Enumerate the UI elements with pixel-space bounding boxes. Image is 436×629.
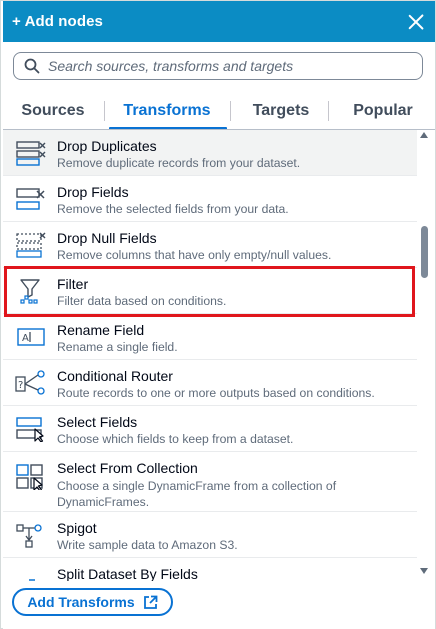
node-description: Remove columns that have only empty/null… [57, 248, 332, 262]
node-description: Choose which fields to keep from a datas… [57, 432, 294, 446]
drop-fields-icon [16, 188, 45, 210]
add-nodes-panel: + Add nodes Sources Transforms Targets P… [0, 0, 436, 629]
list-item[interactable]: Spigot Write sample data to Amazon S3. [3, 512, 417, 558]
tab-targets[interactable]: Targets [231, 93, 331, 129]
filter-icon [20, 279, 40, 304]
drop-duplicates-icon [16, 141, 46, 166]
node-name: Rename Field [57, 322, 145, 338]
list-item[interactable]: Split Dataset By Fields [3, 558, 417, 581]
select-from-collection-icon [16, 464, 43, 490]
svg-text:?: ? [18, 380, 23, 391]
node-name: Drop Null Fields [57, 230, 157, 246]
tab-transforms[interactable]: Transforms [103, 93, 231, 130]
split-dataset-icon [29, 579, 35, 581]
tab-popular[interactable]: Popular [331, 93, 435, 129]
tab-divider [230, 101, 231, 121]
add-transforms-button[interactable]: Add Transforms [12, 588, 173, 616]
tab-divider [104, 101, 105, 121]
svg-text:A: A [22, 333, 29, 344]
node-description: Route records to one or more outputs bas… [57, 386, 375, 400]
node-name: Split Dataset By Fields [57, 566, 198, 581]
list-item[interactable]: Filter Filter data based on conditions. [3, 268, 417, 314]
node-name: Drop Fields [57, 184, 129, 200]
node-description: Write sample data to Amazon S3. [57, 538, 238, 552]
close-icon[interactable] [406, 12, 426, 32]
list-item[interactable]: Select Fields Choose which fields to kee… [3, 406, 417, 452]
search-box[interactable] [13, 52, 423, 80]
add-button-label: Add Transforms [27, 594, 135, 610]
tab-bar: Sources Transforms Targets Popular [3, 93, 435, 130]
drop-null-fields-icon [16, 232, 46, 258]
list-item[interactable]: Select From Collection Choose a single D… [3, 452, 417, 512]
node-name: Conditional Router [57, 368, 173, 384]
search-icon [24, 58, 40, 74]
tab-sources[interactable]: Sources [3, 93, 103, 129]
conditional-router-icon: ? [15, 370, 45, 395]
panel-title: + Add nodes [12, 13, 103, 30]
node-name: Spigot [57, 520, 97, 536]
node-description: Filter data based on conditions. [57, 294, 227, 308]
list-item[interactable]: ? Conditional Router Route records to on… [3, 360, 417, 406]
node-description: Remove the selected fields from your dat… [57, 202, 289, 216]
scroll-up-arrow-icon[interactable] [420, 132, 428, 138]
list-item[interactable]: A Rename Field Rename a single field. [3, 314, 417, 360]
rename-field-icon: A [17, 328, 45, 346]
list-item[interactable]: Drop Fields Remove the selected fields f… [3, 176, 417, 222]
panel-footer: Add Transforms [3, 581, 435, 629]
node-description: Choose a single DynamicFrame from a coll… [57, 479, 337, 509]
node-name: Filter [57, 276, 89, 292]
select-fields-icon [16, 417, 44, 442]
node-description: Rename a single field. [57, 340, 178, 354]
list-item[interactable]: Drop Null Fields Remove columns that hav… [3, 222, 417, 268]
node-name: Select Fields [57, 414, 138, 430]
node-name: Drop Duplicates [57, 138, 157, 154]
tab-divider [328, 101, 329, 121]
external-link-icon [143, 595, 158, 609]
list-scrollbar[interactable] [416, 129, 433, 581]
node-description: Remove duplicate records from your datas… [57, 156, 301, 170]
panel-header: + Add nodes [3, 1, 435, 42]
node-list: Drop Duplicates Remove duplicate records… [3, 130, 417, 581]
spigot-icon [16, 524, 42, 548]
search-input[interactable] [48, 58, 408, 74]
node-name: Select From Collection [57, 460, 198, 476]
scroll-down-arrow-icon[interactable] [420, 568, 428, 574]
list-item[interactable]: Drop Duplicates Remove duplicate records… [3, 130, 417, 176]
node-list-viewport: Drop Duplicates Remove duplicate records… [3, 129, 435, 581]
scrollbar-thumb[interactable] [421, 226, 428, 278]
